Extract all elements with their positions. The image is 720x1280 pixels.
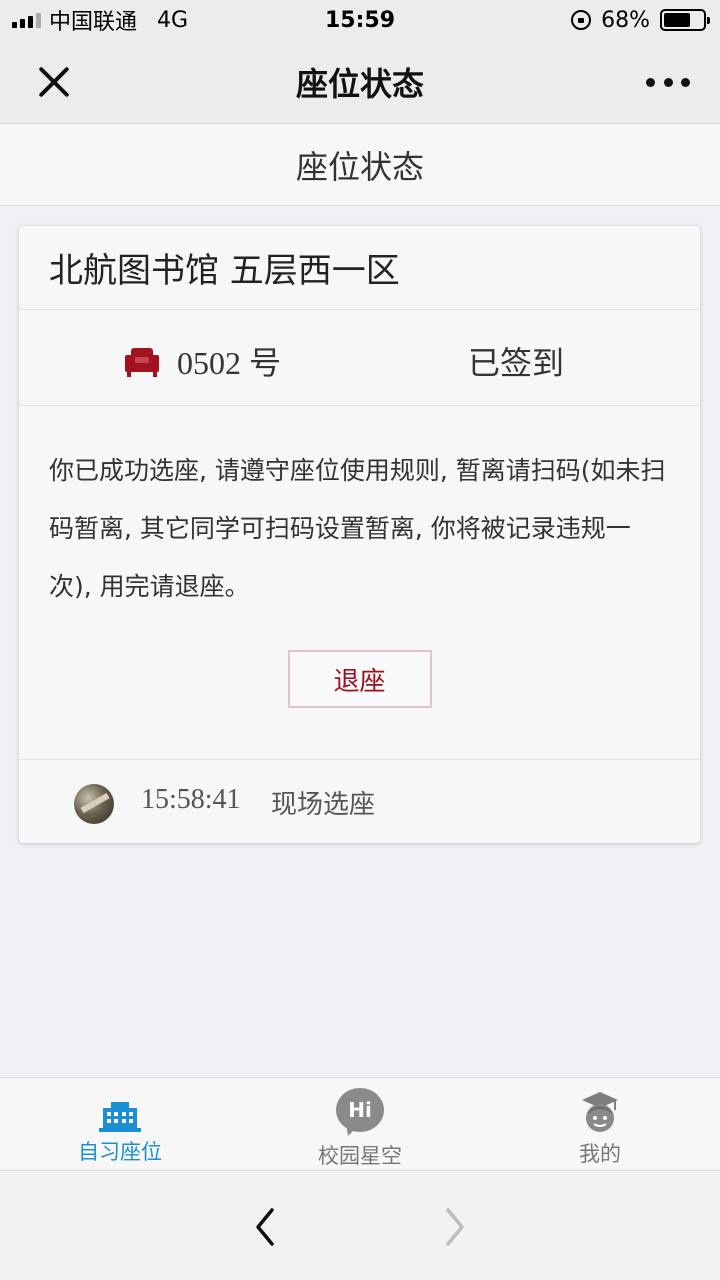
log-time: 15:58:41 <box>141 784 241 815</box>
seat-status: 已签到 <box>468 344 565 382</box>
library-location: 北航图书馆 五层西一区 <box>19 226 700 310</box>
tab-campus-star[interactable]: Hi 校园星空 <box>240 1078 480 1172</box>
status-bar: 中国联通 4G 15:59 68% <box>0 0 720 40</box>
forward-arrow-icon[interactable] <box>440 1202 470 1252</box>
nav-bar: 座位状态 <box>0 40 720 124</box>
browser-toolbar <box>0 1172 720 1280</box>
signal-icon <box>12 12 41 28</box>
carrier-name: 中国联通 <box>49 10 138 35</box>
nav-title: 座位状态 <box>295 64 424 103</box>
building-icon <box>99 1102 141 1132</box>
network-type: 4G <box>157 7 189 33</box>
seat-info-row: 0502 号 已签到 <box>19 310 700 406</box>
hi-chat-icon: Hi <box>336 1088 384 1136</box>
close-icon[interactable] <box>34 62 74 102</box>
seat-number: 0502 号 <box>177 345 282 381</box>
tab-label: 校园星空 <box>318 1144 402 1168</box>
leave-button-area: 退座 <box>19 650 700 760</box>
graduate-avatar-icon <box>582 1092 618 1132</box>
tab-label: 自习座位 <box>78 1140 162 1164</box>
seat-notice: 你已成功选座, 请遵守座位使用规则, 暂离请扫码(如未扫码暂离, 其它同学可扫码… <box>49 456 666 601</box>
tab-study-seat[interactable]: 自习座位 <box>0 1078 240 1172</box>
tab-bar: 自习座位 Hi 校园星空 我的 <box>0 1077 720 1171</box>
seat-card: 北航图书馆 五层西一区 0502 号 已签到 你已成功选座, 请遵守座位使用规则… <box>19 226 700 843</box>
battery-icon <box>660 9 710 31</box>
leave-seat-button[interactable]: 退座 <box>287 650 432 708</box>
seat-log-entry: 15:58:41 现场选座 <box>19 760 700 842</box>
armchair-icon <box>125 348 159 377</box>
battery-percent: 68% <box>601 7 650 33</box>
more-icon[interactable] <box>646 70 690 94</box>
tab-mine[interactable]: 我的 <box>480 1078 720 1172</box>
rotation-lock-icon <box>571 10 592 30</box>
avatar <box>74 784 114 824</box>
log-action: 现场选座 <box>271 790 376 820</box>
page-title: 座位状态 <box>0 124 720 206</box>
back-arrow-icon[interactable] <box>250 1202 280 1252</box>
tab-label: 我的 <box>579 1142 621 1166</box>
